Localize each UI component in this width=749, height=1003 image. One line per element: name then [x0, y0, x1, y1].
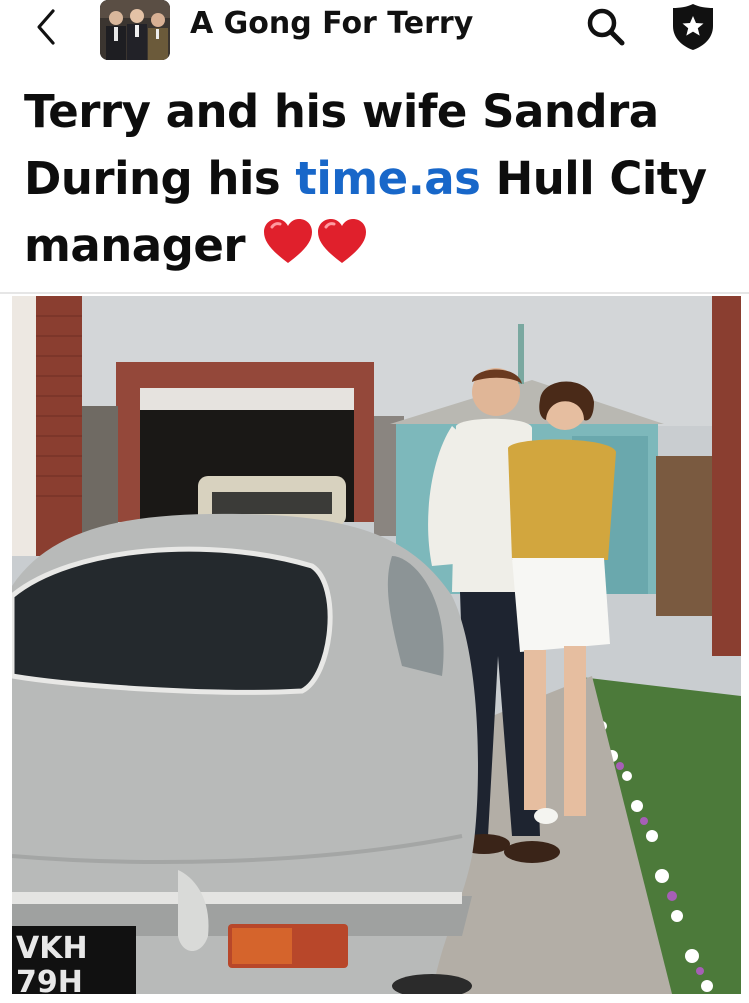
back-button[interactable] [22, 4, 70, 50]
post-page: A Gong For Terry Terry and his wife Sand… [0, 0, 749, 1003]
post-caption: Terry and his wife Sandra During his tim… [24, 78, 729, 285]
search-icon [587, 8, 625, 46]
heart-emoji-icon [262, 217, 368, 285]
caption-line-2-end: Hull City [480, 152, 708, 205]
caption-link[interactable]: time.as [295, 152, 481, 205]
shield-star-icon [673, 4, 713, 50]
top-bar: A Gong For Terry [0, 0, 749, 60]
search-button[interactable] [583, 4, 629, 50]
caption-line-2-start: During his [24, 152, 296, 205]
post-photo[interactable]: VKH 79H [12, 296, 741, 994]
plate-line-1: VKH [16, 931, 88, 966]
admin-badge-button[interactable] [665, 2, 721, 52]
divider [0, 292, 749, 294]
caption-line-1: Terry and his wife Sandra [24, 85, 659, 138]
group-name[interactable]: A Gong For Terry [190, 6, 473, 41]
plate-line-2: 79H [16, 965, 83, 994]
caption-line-3: manager [24, 219, 246, 272]
chevron-left-icon [37, 9, 55, 45]
group-avatar[interactable] [100, 0, 170, 60]
